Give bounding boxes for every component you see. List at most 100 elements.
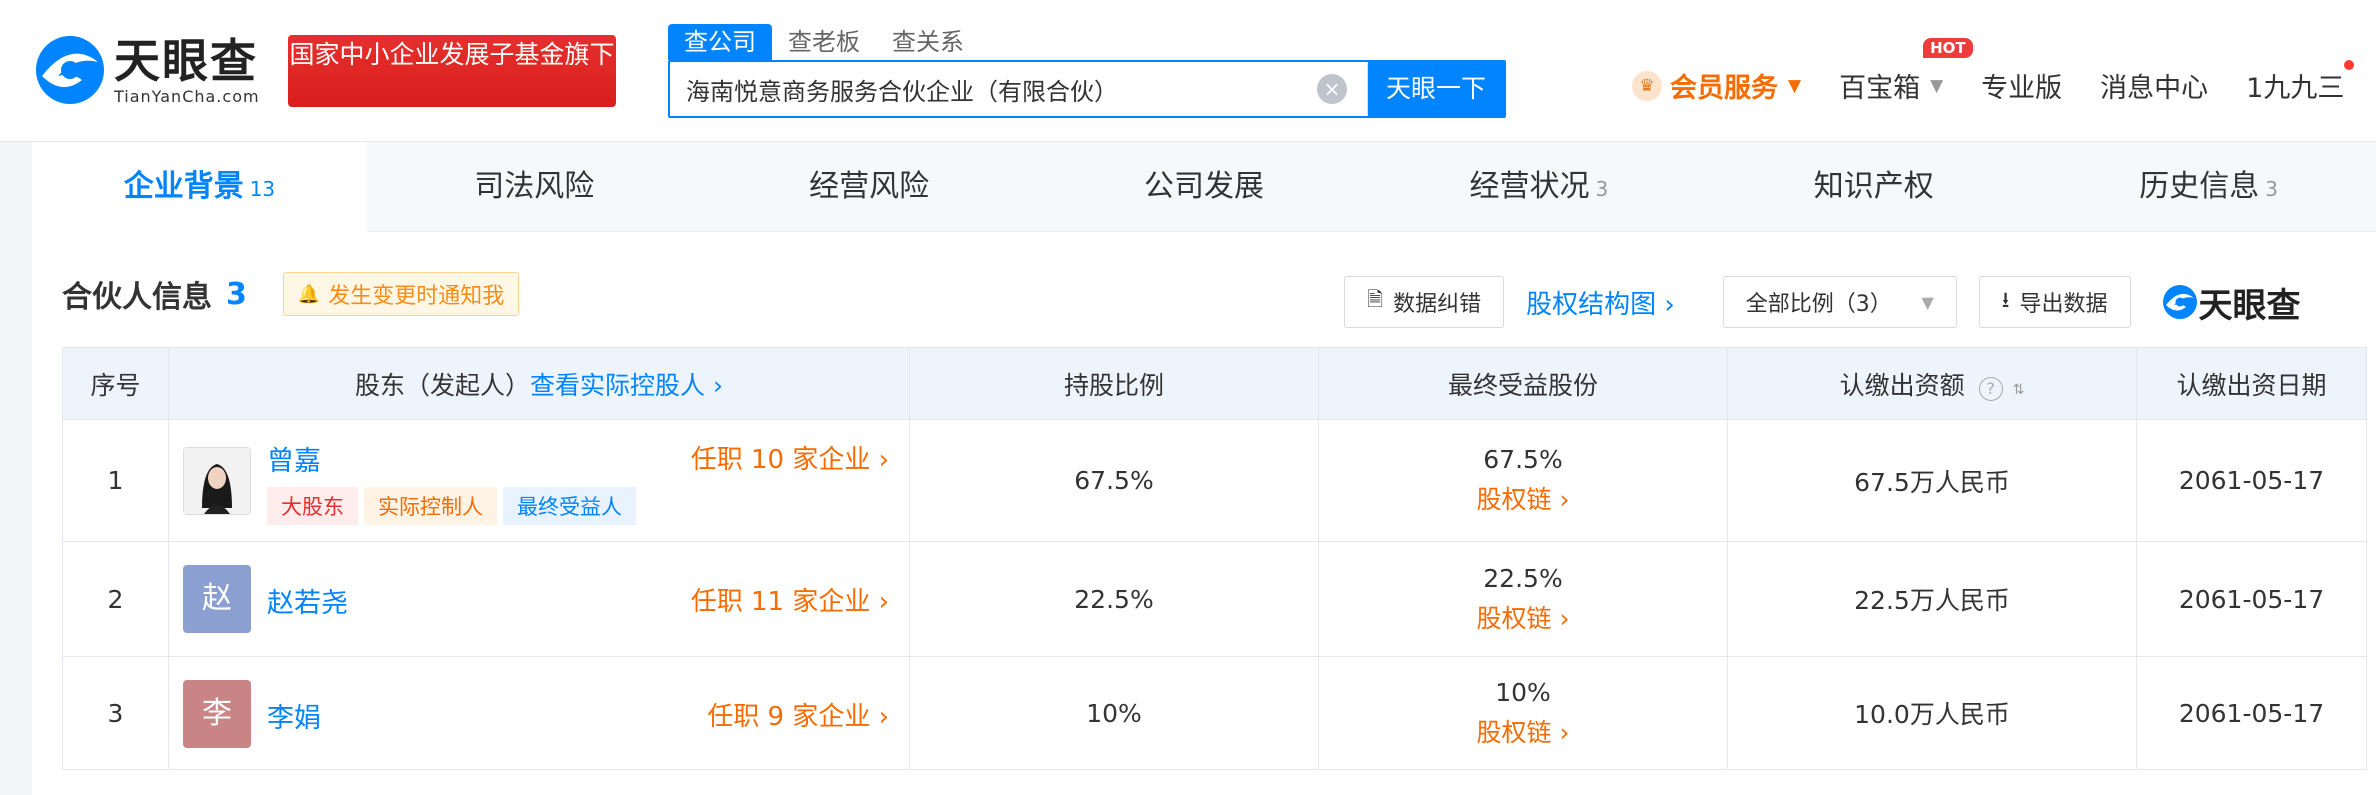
section-tabs: 企业背景 13 司法风险 经营风险 公司发展 经营状况 3 知识产权 历史信息 3 [32,142,2376,232]
ratio-filter-select[interactable]: 全部比例（3） ▼ [1722,276,1957,328]
tab-operating-status[interactable]: 经营状况 3 [1371,142,1706,232]
tab-history[interactable]: 历史信息 3 [2041,142,2376,232]
clear-icon[interactable]: × [1317,74,1347,104]
col-capital[interactable]: 认缴出资额 ? ⇅ [1727,347,2137,420]
positions-label: 任职 9 家企业 [707,701,871,732]
help-icon[interactable]: ? [1978,376,2003,401]
positions-label: 任职 10 家企业 [690,444,871,475]
tab-label: 经营状况 [1469,169,1590,204]
equity-chain-link[interactable]: 股权链 › [1319,713,1727,749]
chevron-right-icon: › [1664,289,1675,320]
search-tab-boss[interactable]: 查老板 [772,24,876,60]
message-center-link[interactable]: 消息中心 [2100,66,2208,105]
tab-count: 13 [249,177,276,201]
tianyancha-logo[interactable]: 天眼查 TianYanCha.com [32,32,260,108]
positions-link[interactable]: 任职 9 家企业 › [707,696,889,733]
positions-link[interactable]: 任职 11 家企业 › [691,581,889,618]
export-data-button[interactable]: ⭳ 导出数据 [1978,276,2131,328]
search-tab-company[interactable]: 查公司 [668,24,772,60]
notify-label: 发生变更时通知我 [328,284,505,309]
chevron-right-icon: › [1559,603,1570,633]
holder-cell: 赵 赵若尧 任职 11 家企业 › [168,541,910,657]
tab-label: 知识产权 [1813,169,1934,204]
search-input[interactable] [670,62,1317,116]
col-holder-label: 股东（发起人） [355,370,531,400]
username: 1九九三 [2246,73,2345,104]
user-menu[interactable]: 1九九三 [2246,60,2355,105]
bell-icon: 🔔 [297,283,321,305]
section-title: 合伙人信息 [62,280,212,315]
tab-company-development[interactable]: 公司发展 [1037,142,1372,232]
treasure-box-label: 百宝箱 [1839,73,1921,104]
search-tabs: 查公司 查老板 查关系 [668,24,980,60]
view-actual-controller-label: 查看实际控股人 [530,370,706,400]
final-benefit-cell: 67.5% 股权链 › [1318,419,1728,542]
search-button[interactable]: 天眼一下 [1368,62,1504,116]
tab-label: 历史信息 [2139,169,2260,204]
treasure-box-menu[interactable]: HOT 百宝箱 ▼ [1839,38,1973,105]
equity-structure-link[interactable]: 股权结构图 › [1526,284,1675,321]
table-row: 1 曾嘉 任职 10 家企业 › 大股东 实际控制人 最终受益人 67.5% 6… [62,419,2367,542]
chevron-right-icon: › [878,701,889,732]
header-nav: ♛ 会员服务 ▼ HOT 百宝箱 ▼ 专业版 消息中心 1九九三 [1632,38,2355,105]
section-header: 合伙人信息 3 🔔 发生变更时通知我 [62,272,520,316]
watermark-logo: 天眼查 [2161,278,2301,327]
person-photo-icon [184,447,250,514]
avatar[interactable] [183,446,251,515]
search-box: × 天眼一下 [668,60,1506,118]
table-header-row: 序号 股东（发起人）查看实际控股人 › 持股比例 最终受益股份 认缴出资额 ? … [62,347,2367,420]
holder-name-link[interactable]: 曾嘉 [267,439,321,478]
watermark-text: 天眼查 [2198,285,2301,326]
final-benefit-cell: 22.5% 股权链 › [1318,541,1728,657]
download-icon: ⭳ [2001,288,2010,313]
document-icon: 🗎 [1367,287,1384,311]
holder-name-link[interactable]: 李娟 [267,696,321,735]
equity-chain-label: 股权链 [1476,603,1552,633]
row-index: 3 [62,656,169,770]
notify-button[interactable]: 🔔 发生变更时通知我 [282,272,520,316]
tab-label: 企业背景 [123,169,244,204]
holder-tags: 大股东 实际控制人 最终受益人 [267,486,642,525]
tab-judicial-risk[interactable]: 司法风险 [367,142,702,232]
equity-chain-link[interactable]: 股权链 › [1319,599,1727,635]
ratio-cell: 22.5% [909,541,1319,657]
main-card: 企业背景 13 司法风险 经营风险 公司发展 经营状况 3 知识产权 历史信息 3 合… [32,142,2376,795]
chevron-right-icon: › [712,370,723,400]
tab-operating-risk[interactable]: 经营风险 [702,142,1037,232]
logo-english-text: TianYanCha.com [114,86,260,106]
positions-link[interactable]: 任职 10 家企业 › [691,439,889,476]
chevron-right-icon: › [1559,485,1570,514]
holder-name-link[interactable]: 赵若尧 [267,581,348,620]
tab-count: 3 [1595,177,1609,201]
data-correction-button[interactable]: 🗎 数据纠错 [1344,276,1505,328]
avatar[interactable]: 赵 [183,564,251,633]
col-final-benefit: 最终受益股份 [1318,347,1728,420]
tab-company-background[interactable]: 企业背景 13 [32,142,367,232]
chevron-down-icon: ▼ [1788,75,1802,96]
avatar[interactable]: 李 [183,679,251,748]
fund-badge[interactable]: 国家中小企业发展子基金旗下 [288,35,616,107]
sort-icon[interactable]: ⇅ [2013,382,2025,398]
vip-service-menu[interactable]: ♛ 会员服务 ▼ [1632,66,1801,105]
tab-intellectual-property[interactable]: 知识产权 [1706,142,2041,232]
pro-version-link[interactable]: 专业版 [1981,66,2062,105]
chevron-down-icon: ▼ [1930,75,1944,96]
col-date: 认缴出资日期 [2136,347,2367,420]
search-tab-relation[interactable]: 查关系 [876,24,980,60]
final-benefit-value: 22.5% [1483,563,1563,593]
date-cell: 2061-05-17 [2136,419,2367,542]
tag-final-beneficiary: 最终受益人 [503,486,636,525]
logo-eye-icon [2162,285,2197,319]
view-actual-controller-link[interactable]: 查看实际控股人 › [530,371,723,400]
equity-structure-label: 股权结构图 [1526,289,1657,320]
row-index: 1 [62,419,169,542]
hot-badge: HOT [1923,38,1973,58]
crown-icon: ♛ [1632,70,1662,101]
holder-cell: 曾嘉 任职 10 家企业 › 大股东 实际控制人 最终受益人 [168,419,910,542]
logo-chinese-text: 天眼查 [114,33,258,88]
capital-cell: 67.5万人民币 [1727,419,2137,542]
export-data-label: 导出数据 [2019,292,2108,317]
date-cell: 2061-05-17 [2136,541,2367,657]
equity-chain-link[interactable]: 股权链 › [1319,480,1727,516]
tab-label: 公司发展 [1144,169,1264,204]
